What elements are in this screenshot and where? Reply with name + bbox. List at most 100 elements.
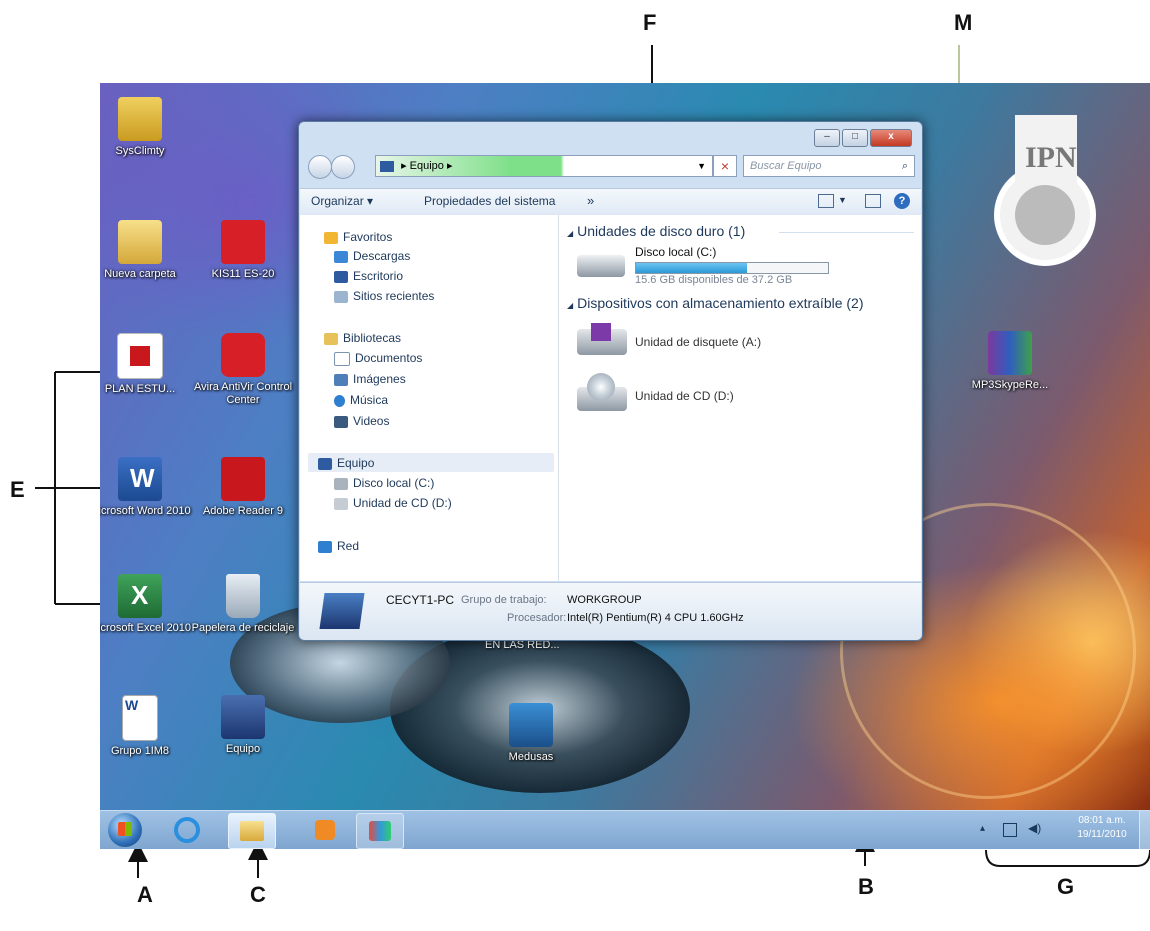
address-bar[interactable]: ▸ Equipo ▸ ▼ [375, 155, 713, 177]
more-commands-button[interactable]: » [587, 193, 594, 208]
desktop-icon-adobe-reader[interactable]: Adobe Reader 9 [188, 457, 298, 518]
network-icon[interactable] [1003, 823, 1017, 837]
processor-label: Procesador: [507, 612, 567, 624]
chevron-down-icon[interactable]: ▼ [697, 156, 706, 176]
details-pane: CECYT1-PC Grupo de trabajo: WORKGROUP Pr… [300, 582, 921, 640]
folder-icon [240, 821, 264, 841]
nav-local-disk[interactable]: Disco local (C:) [334, 474, 434, 492]
computer-name: CECYT1-PC [386, 593, 455, 607]
desktop-icon-nueva-carpeta[interactable]: Nueva carpeta [100, 220, 195, 281]
nav-downloads[interactable]: Descargas [334, 247, 410, 265]
taskbar-windows-explorer[interactable] [228, 813, 276, 849]
clock-date: 19/11/2010 [1077, 829, 1127, 840]
address-row: ▸ Equipo ▸ ▼ × Buscar Equipo ⌕ [299, 152, 922, 184]
address-path[interactable]: Equipo [410, 160, 444, 172]
preview-pane-icon[interactable] [865, 194, 881, 208]
nav-computer[interactable]: Equipo [318, 454, 374, 472]
desktop-icon-kis[interactable]: KIS11 ES-20 [188, 220, 298, 281]
nav-favorites[interactable]: Favoritos [324, 228, 392, 246]
desktop-icon-grupo[interactable]: W Grupo 1IM8 [100, 695, 195, 758]
images-icon [334, 373, 348, 386]
cd-drive-item[interactable]: Unidad de CD (D:) [577, 373, 837, 421]
forward-button[interactable] [331, 155, 355, 179]
view-options-icon[interactable] [818, 194, 834, 208]
address-separator-2: ▸ [446, 160, 453, 172]
volume-icon[interactable]: ◀) [1028, 821, 1041, 835]
chevron-down-icon[interactable]: ▼ [838, 195, 847, 205]
disk-name: Disco local (C:) [635, 245, 717, 259]
taskbar-app[interactable] [356, 813, 404, 849]
desktop-icon-word[interactable]: W Microsoft Word 2010 [100, 457, 195, 518]
organize-menu[interactable]: Organizar ▾ [311, 194, 373, 208]
hard-disks-header[interactable]: ◢ Unidades de disco duro (1) [567, 223, 745, 239]
network-icon [318, 540, 332, 553]
explorer-window: – □ x ▸ Equipo ▸ ▼ × Buscar Equipo ⌕ Org… [298, 121, 923, 641]
start-button[interactable] [108, 813, 142, 847]
desktop-icon-medusas[interactable]: Medusas [476, 703, 586, 764]
avira-umbrella-icon [221, 333, 265, 377]
nav-music[interactable]: Música [334, 391, 388, 409]
nav-videos[interactable]: Videos [334, 412, 389, 430]
back-button[interactable] [308, 155, 332, 179]
search-icon[interactable]: ⌕ [902, 156, 908, 176]
recent-places-icon [334, 290, 348, 303]
clock-time: 08:01 a.m. [1078, 815, 1126, 826]
clock[interactable]: 08:01 a.m. 19/11/2010 [1062, 814, 1142, 842]
system-properties-button[interactable]: Propiedades del sistema [424, 194, 555, 208]
nav-desktop[interactable]: Escritorio [334, 267, 403, 285]
nav-documents[interactable]: Documentos [334, 349, 422, 367]
content-pane: ◢ Unidades de disco duro (1) Disco local … [559, 215, 921, 581]
taskbar-media-player[interactable] [302, 813, 348, 847]
desktop-icon [334, 270, 348, 283]
show-desktop-button[interactable] [1139, 811, 1150, 849]
computer-icon [318, 457, 332, 470]
show-hidden-icons-button[interactable]: ▴ [980, 823, 985, 834]
floppy-drive-item[interactable]: Unidad de disquete (A:) [577, 323, 837, 363]
winrar-icon [988, 331, 1032, 375]
cd-drive-icon [334, 497, 348, 510]
computer-icon [380, 160, 394, 172]
app-icon [369, 821, 391, 841]
close-button[interactable]: x [870, 129, 912, 147]
desktop-icon-mp3skype[interactable]: MP3SkypeRe... [955, 331, 1065, 392]
window-titlebar[interactable]: – □ x [299, 122, 922, 148]
desktop-icon-sysclimty[interactable]: SysClimty [100, 97, 195, 158]
local-disk-item[interactable]: Disco local (C:) 15.6 GB disponibles de … [577, 245, 857, 287]
desktop-icon-equipo[interactable]: Equipo [188, 695, 298, 756]
hard-disk-icon [577, 255, 625, 277]
removable-header[interactable]: ◢ Dispositivos con almacenamiento extraíb… [567, 295, 864, 311]
disk-usage-bar [635, 262, 829, 274]
nav-network[interactable]: Red [318, 537, 359, 555]
maximize-button[interactable]: □ [842, 129, 868, 147]
bracket-g [985, 849, 1150, 867]
internet-explorer-icon [174, 817, 200, 843]
nav-cd-unit[interactable]: Unidad de CD (D:) [334, 494, 452, 512]
downloads-icon [334, 250, 348, 263]
windows-logo-icon [118, 822, 132, 836]
recycle-bin-icon [226, 574, 260, 618]
computer-large-icon [319, 593, 365, 629]
command-bar: Organizar ▾ Propiedades del sistema » ▼ … [300, 188, 921, 216]
desktop-icon-excel[interactable]: X Microsoft Excel 2010 [100, 574, 195, 635]
nav-libraries[interactable]: Bibliotecas [324, 329, 401, 347]
cd-drive-label: Unidad de CD (D:) [635, 389, 734, 403]
nav-recent-places[interactable]: Sitios recientes [334, 287, 434, 305]
search-input[interactable]: Buscar Equipo ⌕ [743, 155, 915, 177]
folder-icon [118, 97, 162, 141]
taskbar-internet-explorer[interactable] [164, 813, 210, 847]
refresh-button[interactable]: × [713, 155, 737, 177]
desktop-icon-avira[interactable]: Avira AntiVir Control Center [188, 333, 298, 407]
disk-usage-fill [636, 263, 748, 273]
floppy-drive-icon [577, 323, 627, 355]
minimize-button[interactable]: – [814, 129, 840, 147]
desktop-icon-recycle-bin[interactable]: Papelera de reciclaje [188, 574, 298, 635]
videos-icon [334, 415, 348, 428]
help-icon[interactable]: ? [894, 193, 910, 209]
adobe-reader-icon [221, 457, 265, 501]
processor-value: Intel(R) Pentium(R) 4 CPU 1.60GHz [567, 612, 744, 624]
ipn-logo: IPN [985, 105, 1105, 270]
desktop-icon-plan-estudios[interactable]: PLAN ESTU... [100, 333, 195, 396]
word-icon: W [118, 457, 162, 501]
taskbar: ▴ ◀) 08:01 a.m. 19/11/2010 [100, 810, 1150, 849]
nav-images[interactable]: Imágenes [334, 370, 406, 388]
